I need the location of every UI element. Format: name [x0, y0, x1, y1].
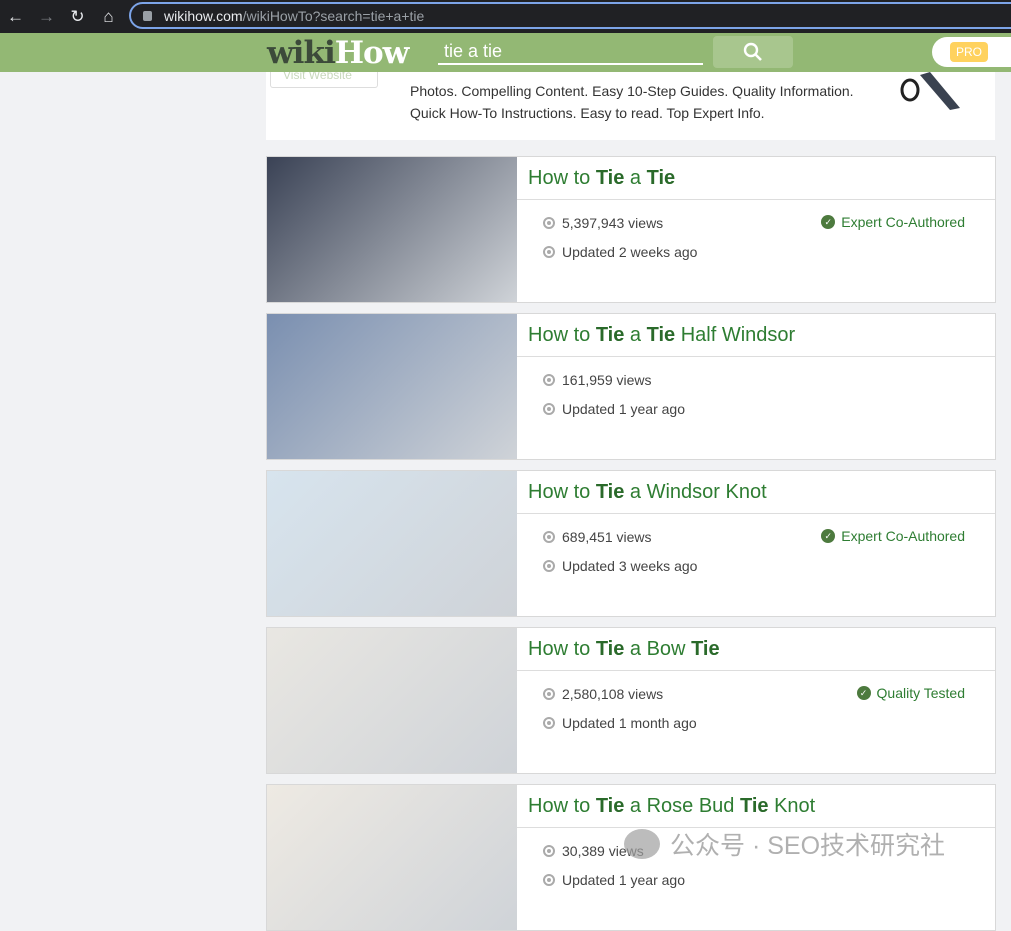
quality-badge: ✓ Quality Tested: [856, 685, 965, 701]
result-thumbnail[interactable]: [267, 157, 517, 302]
search-button[interactable]: [713, 36, 793, 68]
lock-icon: [143, 10, 152, 21]
result-card[interactable]: How to Tie a Windsor Knot 689,451 views …: [266, 470, 996, 617]
result-title-link[interactable]: How to Tie a Bow Tie: [528, 638, 720, 661]
updated-date: Updated 1 year ago: [543, 872, 685, 888]
tie-ad-image: [900, 72, 960, 110]
check-badge-icon: ✓: [821, 215, 836, 229]
views-count: 161,959 views: [543, 372, 652, 388]
wikihow-logo[interactable]: wikiHow: [267, 35, 409, 71]
pro-badge: PRO: [950, 42, 989, 62]
search-input[interactable]: [438, 39, 703, 65]
updated-date: Updated 1 month ago: [543, 715, 697, 731]
check-badge-icon: ✓: [856, 686, 871, 700]
search-icon: [743, 42, 762, 61]
views-count: 689,451 views: [543, 529, 652, 545]
result-title-link[interactable]: How to Tie a Rose Bud Tie Knot: [528, 795, 815, 818]
result-thumbnail[interactable]: [267, 471, 517, 616]
refresh-icon: [543, 874, 555, 886]
updated-date: Updated 1 year ago: [543, 401, 685, 417]
url-host: wikihow.com: [164, 7, 243, 24]
result-thumbnail[interactable]: [267, 785, 517, 930]
result-thumbnail[interactable]: [267, 314, 517, 459]
updated-date: Updated 3 weeks ago: [543, 558, 697, 574]
ad-text: Photos. Compelling Content. Easy 10-Step…: [410, 83, 854, 121]
site-header: wikiHow PRO: [0, 33, 1011, 72]
divider: [517, 199, 995, 200]
views-count: 2,580,108 views: [543, 686, 663, 702]
divider: [517, 670, 995, 671]
refresh-icon: [543, 717, 555, 729]
result-card[interactable]: How to Tie a Bow Tie 2,580,108 views Upd…: [266, 627, 996, 774]
updated-date: Updated 2 weeks ago: [543, 244, 697, 260]
check-badge-icon: ✓: [821, 529, 836, 543]
address-bar[interactable]: wikihow.com/wikiHowTo?search=tie+a+tie: [129, 2, 1011, 29]
result-title-link[interactable]: How to Tie a Windsor Knot: [528, 481, 767, 504]
divider: [517, 513, 995, 514]
forward-icon[interactable]: →: [31, 7, 62, 27]
eye-icon: [543, 531, 555, 543]
refresh-icon: [543, 560, 555, 572]
eye-icon: [543, 688, 555, 700]
pro-button[interactable]: PRO: [932, 37, 1011, 67]
home-icon[interactable]: ⌂: [93, 7, 124, 27]
result-title-link[interactable]: How to Tie a Tie Half Windsor: [528, 324, 795, 347]
ad-card: Visit Website Photos. Compelling Content…: [266, 60, 995, 140]
watermark: 公众号 · SEO技术研究社: [624, 826, 945, 862]
divider: [517, 356, 995, 357]
result-card[interactable]: How to Tie a Tie 5,397,943 views Updated…: [266, 156, 996, 303]
quality-badge: ✓ Expert Co-Authored: [821, 214, 965, 230]
reload-icon[interactable]: ↻: [62, 7, 93, 27]
quality-badge: ✓ Expert Co-Authored: [821, 528, 965, 544]
url-path: /wikiHowTo?search=tie+a+tie: [242, 7, 425, 24]
result-thumbnail[interactable]: [267, 628, 517, 773]
refresh-icon: [543, 403, 555, 415]
result-card[interactable]: How to Tie a Tie Half Windsor 161,959 vi…: [266, 313, 996, 460]
refresh-icon: [543, 246, 555, 258]
views-count: 5,397,943 views: [543, 215, 663, 231]
eye-icon: [543, 845, 555, 857]
result-title-link[interactable]: How to Tie a Tie: [528, 167, 675, 190]
wechat-icon: [624, 829, 660, 859]
back-icon[interactable]: ←: [0, 7, 31, 27]
browser-toolbar: ← → ↻ ⌂ wikihow.com/wikiHowTo?search=tie…: [0, 0, 1011, 33]
eye-icon: [543, 374, 555, 386]
eye-icon: [543, 217, 555, 229]
